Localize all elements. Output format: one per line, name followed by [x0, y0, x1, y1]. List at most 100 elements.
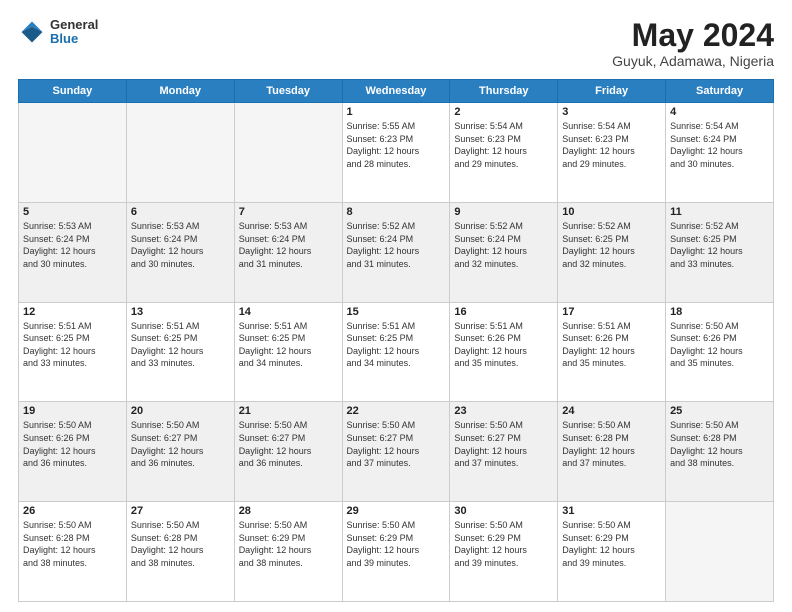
day-number: 13 [131, 306, 230, 318]
calendar-cell: 24 Sunrise: 5:50 AMSunset: 6:28 PMDayligh… [558, 402, 666, 502]
day-number: 23 [454, 405, 553, 417]
title-month: May 2024 [612, 18, 774, 53]
col-header-thursday: Thursday [450, 80, 558, 103]
calendar-cell: 16 Sunrise: 5:51 AMSunset: 6:26 PMDayligh… [450, 302, 558, 402]
day-info: Sunrise: 5:55 AMSunset: 6:23 PMDaylight:… [347, 120, 446, 170]
calendar-cell: 10Sunrise: 5:52 AMSunset: 6:25 PMDayligh… [558, 202, 666, 302]
calendar-cell: 27Sunrise: 5:50 AMSunset: 6:28 PMDayligh… [126, 502, 234, 602]
calendar-cell: 13 Sunrise: 5:51 AMSunset: 6:25 PMDayligh… [126, 302, 234, 402]
day-number: 16 [454, 306, 553, 318]
calendar-cell [234, 103, 342, 203]
day-info: Sunrise: 5:50 AMSunset: 6:28 PMDaylight:… [131, 519, 230, 569]
calendar-cell: 30 Sunrise: 5:50 AMSunset: 6:29 PMDayligh… [450, 502, 558, 602]
day-info: Sunrise: 5:51 AMSunset: 6:26 PMDaylight:… [454, 320, 553, 370]
calendar-cell: 3 Sunrise: 5:54 AMSunset: 6:23 PMDaylight… [558, 103, 666, 203]
day-info: Sunrise: 5:50 AMSunset: 6:29 PMDaylight:… [454, 519, 553, 569]
calendar-cell: 29Sunrise: 5:50 AMSunset: 6:29 PMDayligh… [342, 502, 450, 602]
day-number: 25 [670, 405, 769, 417]
calendar-cell: 20Sunrise: 5:50 AMSunset: 6:27 PMDayligh… [126, 402, 234, 502]
logo-icon [18, 18, 46, 46]
day-number: 5 [23, 206, 122, 218]
calendar-cell: 28 Sunrise: 5:50 AMSunset: 6:29 PMDayligh… [234, 502, 342, 602]
day-number: 18 [670, 306, 769, 318]
day-number: 24 [562, 405, 661, 417]
calendar-cell: 6 Sunrise: 5:53 AMSunset: 6:24 PMDaylight… [126, 202, 234, 302]
day-info: Sunrise: 5:52 AMSunset: 6:24 PMDaylight:… [454, 220, 553, 270]
calendar-cell: 8Sunrise: 5:52 AMSunset: 6:24 PMDaylight… [342, 202, 450, 302]
title-location: Guyuk, Adamawa, Nigeria [612, 53, 774, 69]
title-block: May 2024 Guyuk, Adamawa, Nigeria [612, 18, 774, 69]
calendar-cell: 26 Sunrise: 5:50 AMSunset: 6:28 PMDayligh… [19, 502, 127, 602]
day-number: 9 [454, 206, 553, 218]
day-info: Sunrise: 5:50 AMSunset: 6:29 PMDaylight:… [239, 519, 338, 569]
calendar-cell: 2 Sunrise: 5:54 AMSunset: 6:23 PMDaylight… [450, 103, 558, 203]
calendar-table: SundayMondayTuesdayWednesdayThursdayFrid… [18, 79, 774, 602]
calendar-cell: 15Sunrise: 5:51 AMSunset: 6:25 PMDayligh… [342, 302, 450, 402]
day-info: Sunrise: 5:53 AMSunset: 6:24 PMDaylight:… [239, 220, 338, 270]
calendar-cell: 1 Sunrise: 5:55 AMSunset: 6:23 PMDaylight… [342, 103, 450, 203]
calendar-cell: 4 Sunrise: 5:54 AMSunset: 6:24 PMDaylight… [666, 103, 774, 203]
day-info: Sunrise: 5:50 AMSunset: 6:26 PMDaylight:… [670, 320, 769, 370]
day-number: 22 [347, 405, 446, 417]
logo-blue-text: Blue [50, 32, 98, 46]
calendar-cell: 11 Sunrise: 5:52 AMSunset: 6:25 PMDayligh… [666, 202, 774, 302]
page: General Blue May 2024 Guyuk, Adamawa, Ni… [0, 0, 792, 612]
calendar-cell: 5 Sunrise: 5:53 AMSunset: 6:24 PMDaylight… [19, 202, 127, 302]
calendar-cell: 12Sunrise: 5:51 AMSunset: 6:25 PMDayligh… [19, 302, 127, 402]
calendar-cell: 18 Sunrise: 5:50 AMSunset: 6:26 PMDayligh… [666, 302, 774, 402]
calendar-cell: 23 Sunrise: 5:50 AMSunset: 6:27 PMDayligh… [450, 402, 558, 502]
day-number: 19 [23, 405, 122, 417]
day-number: 30 [454, 505, 553, 517]
col-header-saturday: Saturday [666, 80, 774, 103]
day-number: 29 [347, 505, 446, 517]
col-header-tuesday: Tuesday [234, 80, 342, 103]
calendar-cell: 7Sunrise: 5:53 AMSunset: 6:24 PMDaylight… [234, 202, 342, 302]
day-number: 3 [562, 106, 661, 118]
calendar-cell: 9 Sunrise: 5:52 AMSunset: 6:24 PMDaylight… [450, 202, 558, 302]
calendar-week-row: 26 Sunrise: 5:50 AMSunset: 6:28 PMDayligh… [19, 502, 774, 602]
day-number: 28 [239, 505, 338, 517]
day-info: Sunrise: 5:50 AMSunset: 6:26 PMDaylight:… [23, 419, 122, 469]
header: General Blue May 2024 Guyuk, Adamawa, Ni… [18, 18, 774, 69]
calendar-week-row: 1 Sunrise: 5:55 AMSunset: 6:23 PMDaylight… [19, 103, 774, 203]
day-number: 8 [347, 206, 446, 218]
day-number: 11 [670, 206, 769, 218]
day-info: Sunrise: 5:50 AMSunset: 6:27 PMDaylight:… [347, 419, 446, 469]
calendar-week-row: 5 Sunrise: 5:53 AMSunset: 6:24 PMDaylight… [19, 202, 774, 302]
day-info: Sunrise: 5:51 AMSunset: 6:25 PMDaylight:… [131, 320, 230, 370]
day-info: Sunrise: 5:52 AMSunset: 6:25 PMDaylight:… [670, 220, 769, 270]
calendar-cell: 22 Sunrise: 5:50 AMSunset: 6:27 PMDayligh… [342, 402, 450, 502]
day-info: Sunrise: 5:54 AMSunset: 6:24 PMDaylight:… [670, 120, 769, 170]
col-header-sunday: Sunday [19, 80, 127, 103]
day-number: 31 [562, 505, 661, 517]
day-number: 2 [454, 106, 553, 118]
day-number: 1 [347, 106, 446, 118]
day-number: 26 [23, 505, 122, 517]
day-info: Sunrise: 5:50 AMSunset: 6:29 PMDaylight:… [562, 519, 661, 569]
day-info: Sunrise: 5:53 AMSunset: 6:24 PMDaylight:… [131, 220, 230, 270]
day-info: Sunrise: 5:50 AMSunset: 6:27 PMDaylight:… [454, 419, 553, 469]
calendar-cell [126, 103, 234, 203]
day-number: 6 [131, 206, 230, 218]
day-info: Sunrise: 5:53 AMSunset: 6:24 PMDaylight:… [23, 220, 122, 270]
calendar-week-row: 19 Sunrise: 5:50 AMSunset: 6:26 PMDayligh… [19, 402, 774, 502]
calendar-cell [19, 103, 127, 203]
day-info: Sunrise: 5:54 AMSunset: 6:23 PMDaylight:… [454, 120, 553, 170]
day-info: Sunrise: 5:50 AMSunset: 6:28 PMDaylight:… [23, 519, 122, 569]
day-number: 14 [239, 306, 338, 318]
col-header-monday: Monday [126, 80, 234, 103]
day-info: Sunrise: 5:50 AMSunset: 6:28 PMDaylight:… [562, 419, 661, 469]
calendar-cell [666, 502, 774, 602]
day-info: Sunrise: 5:50 AMSunset: 6:27 PMDaylight:… [239, 419, 338, 469]
day-info: Sunrise: 5:54 AMSunset: 6:23 PMDaylight:… [562, 120, 661, 170]
logo-general-text: General [50, 18, 98, 32]
day-info: Sunrise: 5:50 AMSunset: 6:28 PMDaylight:… [670, 419, 769, 469]
day-info: Sunrise: 5:52 AMSunset: 6:25 PMDaylight:… [562, 220, 661, 270]
calendar-cell: 19 Sunrise: 5:50 AMSunset: 6:26 PMDayligh… [19, 402, 127, 502]
calendar-cell: 14Sunrise: 5:51 AMSunset: 6:25 PMDayligh… [234, 302, 342, 402]
day-number: 12 [23, 306, 122, 318]
day-number: 15 [347, 306, 446, 318]
day-number: 4 [670, 106, 769, 118]
col-header-friday: Friday [558, 80, 666, 103]
logo-text: General Blue [50, 18, 98, 47]
